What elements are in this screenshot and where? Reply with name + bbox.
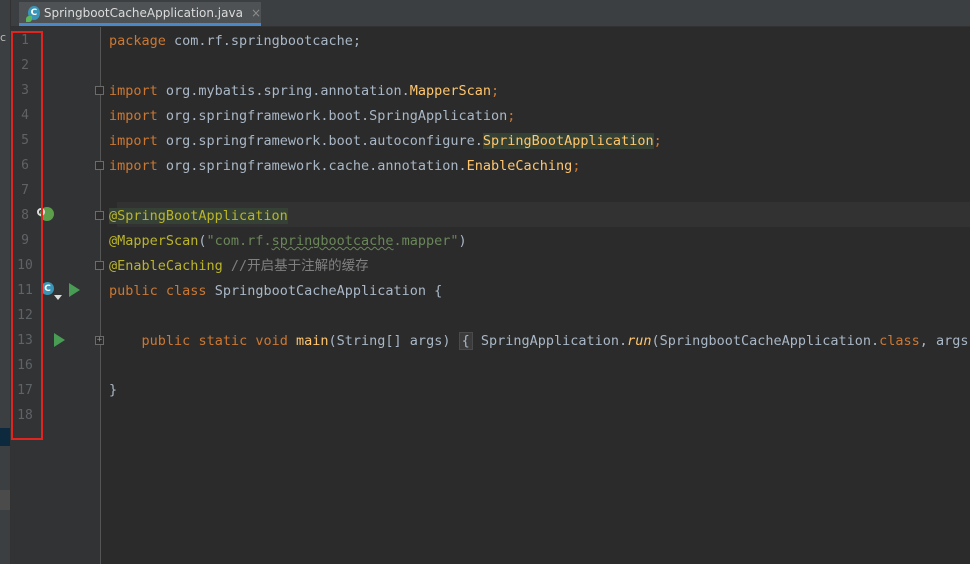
project-panel-fragment: c bbox=[0, 31, 7, 44]
code-line-9: @MapperScan("com.rf.springbootcache.mapp… bbox=[109, 233, 467, 249]
line-number: 4 bbox=[21, 108, 29, 123]
line-number: 12 bbox=[17, 308, 33, 323]
project-panel-row[interactable] bbox=[0, 490, 10, 510]
code-line-13: public static void main(String[] args) {… bbox=[141, 332, 970, 350]
line-number: 17 bbox=[17, 383, 33, 398]
line-number: 3 bbox=[21, 83, 29, 98]
close-icon[interactable]: × bbox=[251, 6, 261, 20]
line-number: 6 bbox=[21, 158, 29, 173]
run-main-icon[interactable] bbox=[54, 333, 65, 347]
line-number: 10 bbox=[17, 258, 33, 273]
tab-label: SpringbootCacheApplication.java bbox=[43, 5, 243, 20]
line-number: 7 bbox=[21, 183, 29, 198]
project-panel-selected-row[interactable] bbox=[0, 428, 10, 446]
code-line-8: @SpringBootApplication bbox=[109, 208, 288, 224]
code-line-1: package com.rf.springbootcache; bbox=[109, 33, 361, 49]
run-class-icon[interactable] bbox=[69, 283, 80, 297]
chevron-down-icon[interactable] bbox=[54, 295, 62, 300]
code-line-6: import org.springframework.cache.annotat… bbox=[109, 158, 581, 174]
code-line-17: } bbox=[109, 382, 118, 398]
editor-tab-bar: C SpringbootCacheApplication.java × bbox=[11, 0, 970, 27]
code-line-10: @EnableCaching //开启基于注解的缓存 bbox=[109, 258, 369, 274]
spring-class-gutter-icon[interactable]: C bbox=[41, 282, 54, 295]
folded-block[interactable]: { bbox=[458, 332, 473, 350]
spring-class-icon: C bbox=[26, 5, 40, 22]
code-editor[interactable]: package com.rf.springbootcache; import o… bbox=[101, 27, 970, 564]
code-line-11: public class SpringbootCacheApplication … bbox=[109, 283, 443, 299]
code-line-3: import org.mybatis.spring.annotation.Map… bbox=[109, 83, 500, 99]
line-number: 8 bbox=[21, 208, 29, 223]
code-line-4: import org.springframework.boot.SpringAp… bbox=[109, 108, 516, 124]
line-number: 18 bbox=[17, 408, 33, 423]
editor-gutter: 1 2 3 4 5 6 7 8 9 10 11 12 13 16 17 18 C… bbox=[11, 27, 104, 564]
spring-bean-icon[interactable] bbox=[37, 207, 54, 221]
line-number: 11 bbox=[17, 283, 33, 298]
line-number: 13 bbox=[17, 333, 33, 348]
code-line-5: import org.springframework.boot.autoconf… bbox=[109, 133, 662, 149]
tab-springboot-cache-application[interactable]: C SpringbootCacheApplication.java × bbox=[19, 2, 261, 26]
line-number: 1 bbox=[21, 33, 29, 48]
line-number: 5 bbox=[21, 133, 29, 148]
line-number: 2 bbox=[21, 58, 29, 73]
project-panel-edge: c bbox=[0, 0, 11, 564]
line-number: 9 bbox=[21, 233, 29, 248]
line-number: 16 bbox=[17, 358, 33, 373]
